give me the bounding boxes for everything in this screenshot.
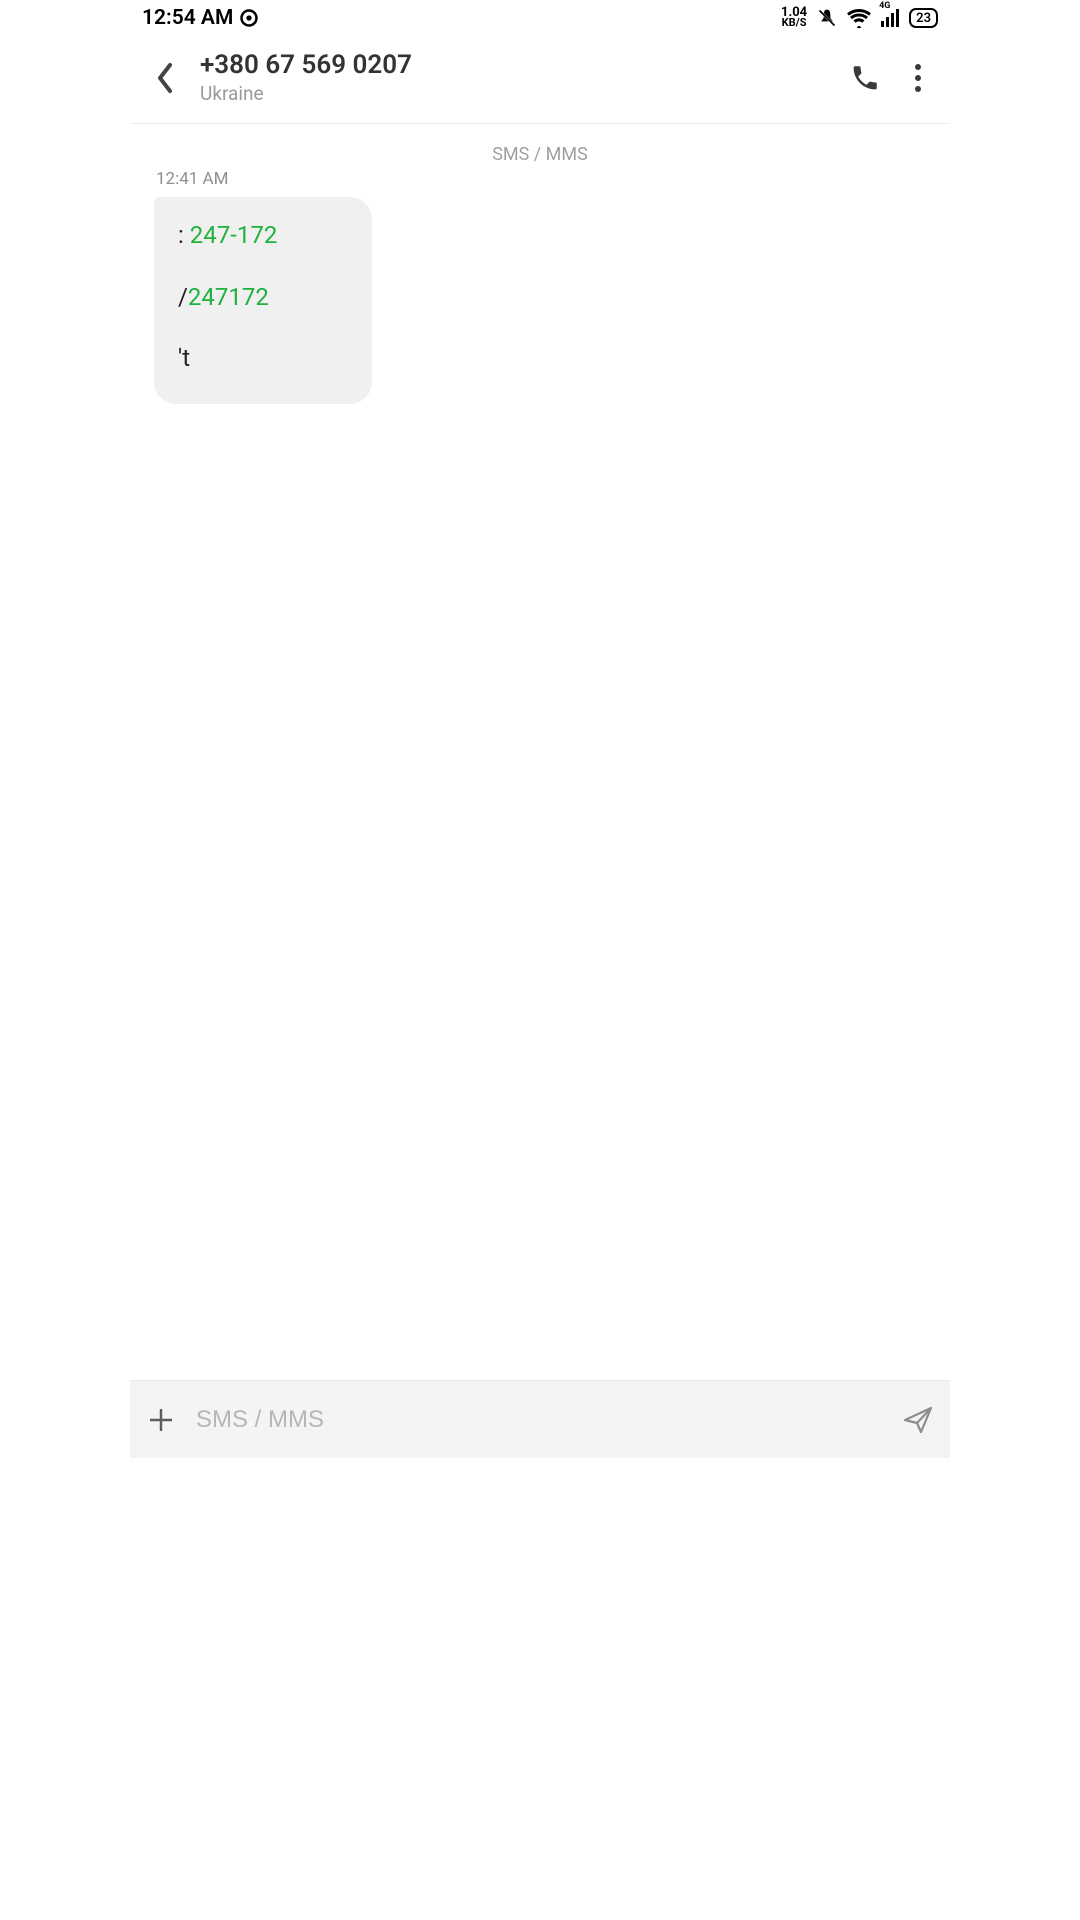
composer-bar xyxy=(130,1380,950,1458)
send-button[interactable] xyxy=(902,1404,934,1436)
line1-link[interactable]: 247-172 xyxy=(190,221,278,249)
incoming-message-bubble[interactable]: : 247-172 /247172 't xyxy=(154,197,372,404)
back-button[interactable] xyxy=(148,61,182,95)
status-app-icon xyxy=(239,8,259,28)
line2-prefix: / xyxy=(178,283,188,311)
more-options-button[interactable] xyxy=(914,63,922,93)
contact-number: +380 67 569 0207 xyxy=(200,50,850,80)
phone-icon xyxy=(850,63,880,93)
mute-icon xyxy=(817,8,837,28)
header-actions xyxy=(850,63,922,93)
message-input[interactable] xyxy=(196,1406,882,1434)
status-right: 1.04 KB/S 4G 23 xyxy=(781,8,938,28)
signal-icon: 4G xyxy=(881,9,899,27)
kbs-unit: KB/S xyxy=(782,19,807,28)
line2-link[interactable]: 247172 xyxy=(188,283,269,311)
wifi-icon xyxy=(847,8,871,28)
attach-button[interactable] xyxy=(146,1405,176,1435)
message-line-3: 't xyxy=(178,342,348,376)
network-type: 4G xyxy=(879,1,890,11)
data-speed-icon: 1.04 KB/S xyxy=(781,8,807,27)
chevron-left-icon xyxy=(154,61,176,95)
message-line-1: : 247-172 xyxy=(178,219,348,253)
contact-region: Ukraine xyxy=(200,82,850,105)
message-timestamp: 12:41 AM xyxy=(156,169,926,189)
battery-icon: 23 xyxy=(909,8,938,28)
conversation-header: +380 67 569 0207 Ukraine xyxy=(130,36,950,124)
call-button[interactable] xyxy=(850,63,880,93)
message-line-2: /247172 xyxy=(178,281,348,315)
status-left: 12:54 AM xyxy=(142,6,259,30)
header-title-block[interactable]: +380 67 569 0207 Ukraine xyxy=(200,50,850,105)
status-time: 12:54 AM xyxy=(142,6,233,30)
channel-label: SMS / MMS xyxy=(154,144,926,165)
more-vertical-icon xyxy=(914,63,922,93)
plus-icon xyxy=(146,1405,176,1435)
line1-prefix: : xyxy=(178,221,190,249)
conversation-body[interactable]: SMS / MMS 12:41 AM : 247-172 /247172 't xyxy=(130,124,950,1380)
paper-plane-icon xyxy=(902,1404,934,1436)
status-bar: 12:54 AM 1.04 KB/S 4G 23 xyxy=(130,0,950,36)
battery-pct: 23 xyxy=(916,11,931,26)
